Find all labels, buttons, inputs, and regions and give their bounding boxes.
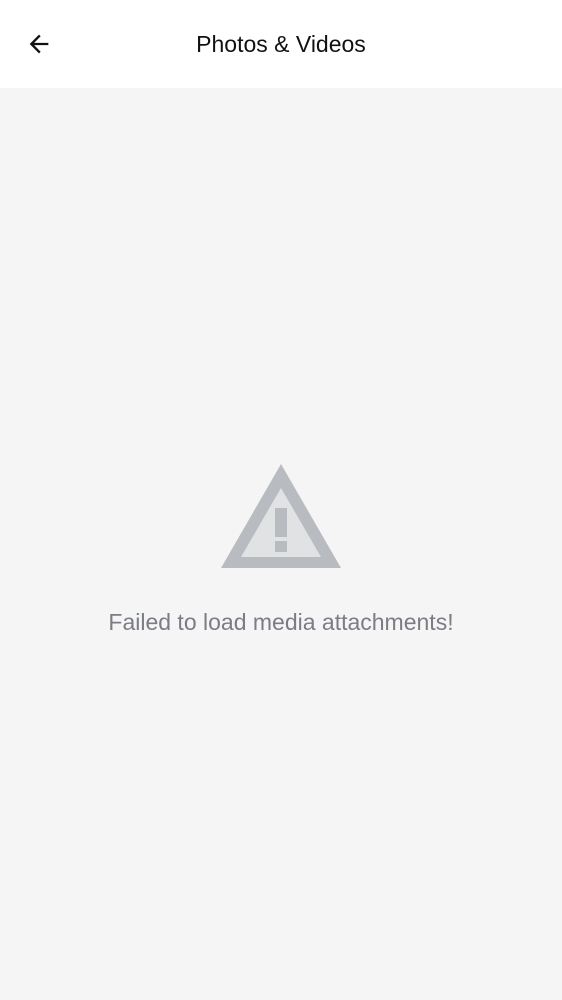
photos-videos-screen: Photos & Videos Failed to load media att…: [0, 0, 562, 1000]
error-message: Failed to load media attachments!: [108, 609, 454, 635]
page-title: Photos & Videos: [196, 31, 366, 57]
app-header: Photos & Videos: [0, 0, 562, 88]
warning-icon: [221, 464, 341, 568]
media-empty-state: Failed to load media attachments!: [0, 88, 562, 1000]
